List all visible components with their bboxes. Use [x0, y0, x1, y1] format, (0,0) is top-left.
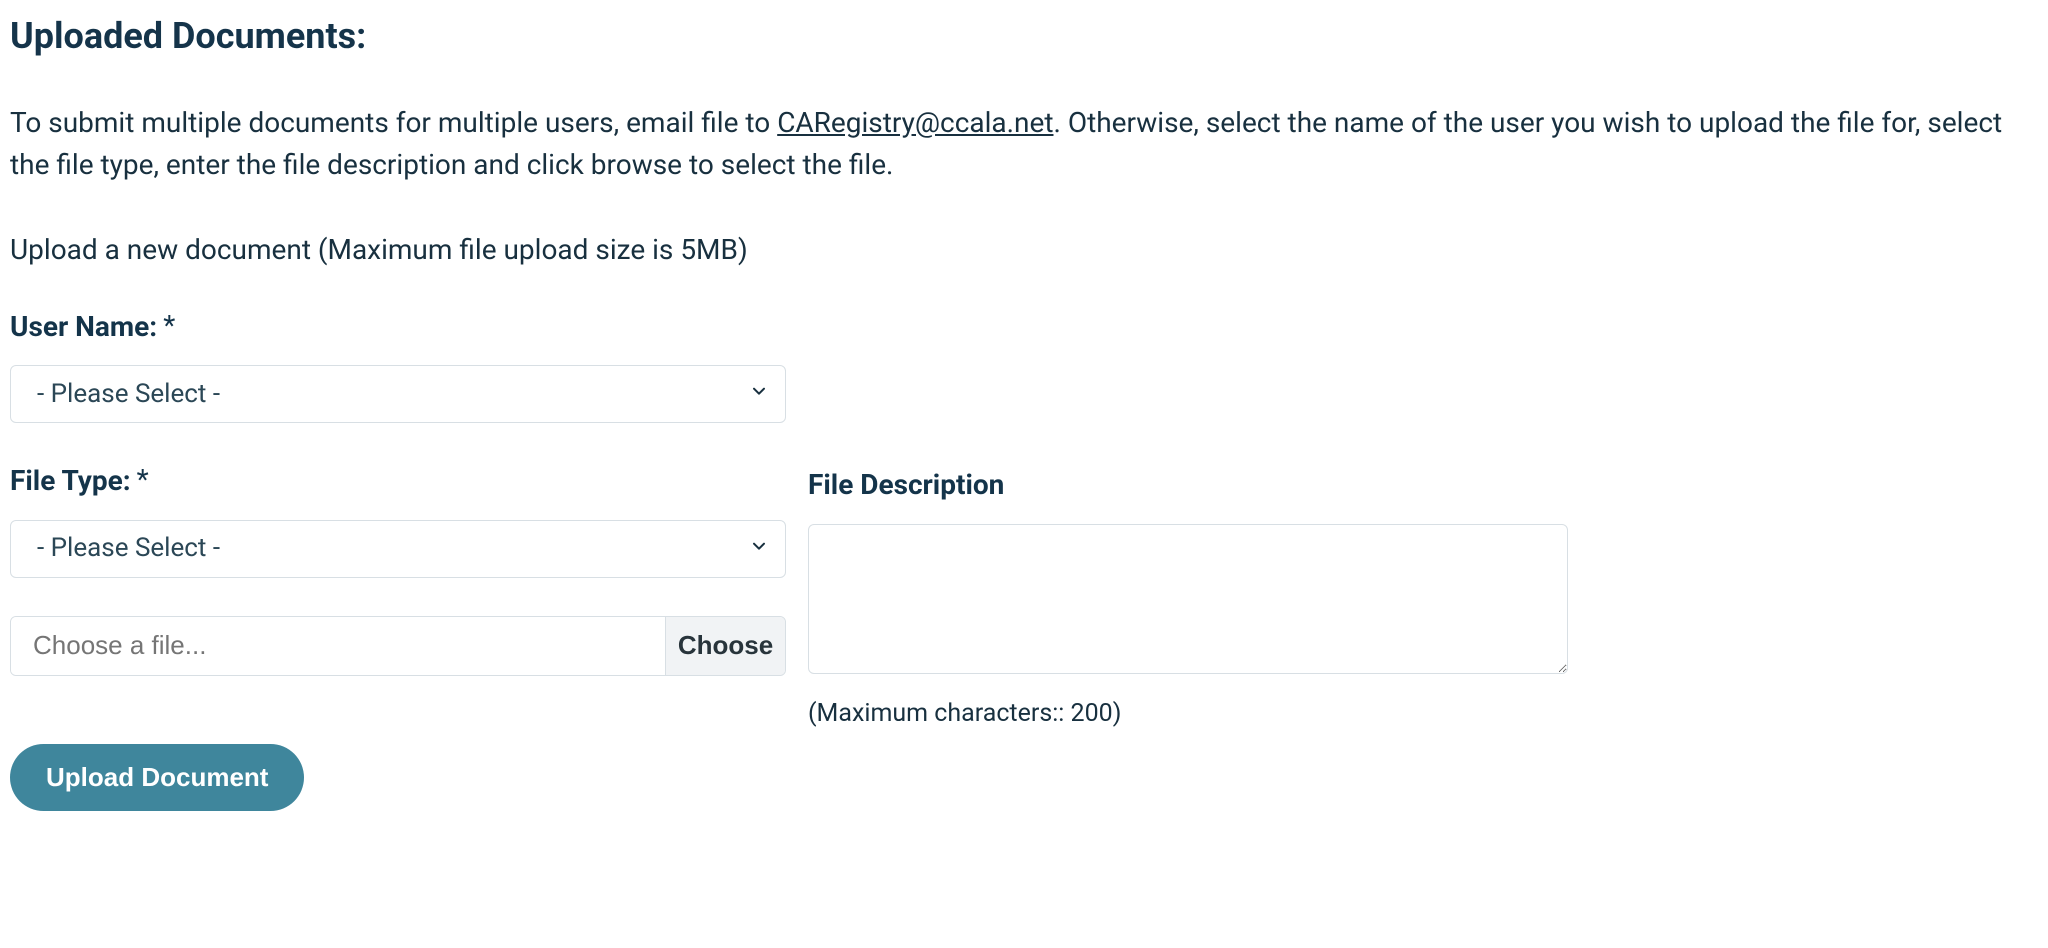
file-description-textarea[interactable] — [808, 524, 1568, 674]
intro-text-before: To submit multiple documents for multipl… — [10, 106, 777, 139]
file-type-label: File Type: * — [10, 461, 786, 502]
file-description-label-text: File Description — [808, 465, 1004, 506]
choose-file-button[interactable]: Choose — [665, 617, 785, 675]
user-name-select-value: - Please Select - — [37, 376, 220, 414]
page-title: Uploaded Documents: — [10, 10, 2038, 62]
file-path-display — [11, 617, 665, 675]
user-name-select[interactable]: - Please Select - — [10, 365, 786, 423]
user-name-label: User Name: * — [10, 307, 2038, 348]
file-description-label: File Description — [808, 465, 1568, 506]
file-type-select-value: - Please Select - — [37, 530, 220, 568]
intro-paragraph: To submit multiple documents for multipl… — [10, 102, 2010, 186]
chevron-down-icon — [749, 530, 769, 568]
upload-document-button[interactable]: Upload Document — [10, 744, 304, 811]
file-type-label-text: File Type: — [10, 461, 131, 502]
upload-hint: Upload a new document (Maximum file uplo… — [10, 230, 2038, 271]
email-link[interactable]: CARegistry@ccala.net — [777, 106, 1053, 139]
required-mark: * — [137, 460, 149, 501]
chevron-down-icon — [749, 376, 769, 414]
file-type-select[interactable]: - Please Select - — [10, 520, 786, 578]
required-mark: * — [163, 306, 175, 347]
file-picker-row: Choose — [10, 616, 786, 676]
user-name-label-text: User Name: — [10, 307, 157, 348]
max-characters-hint: (Maximum characters:: 200) — [808, 696, 1568, 732]
